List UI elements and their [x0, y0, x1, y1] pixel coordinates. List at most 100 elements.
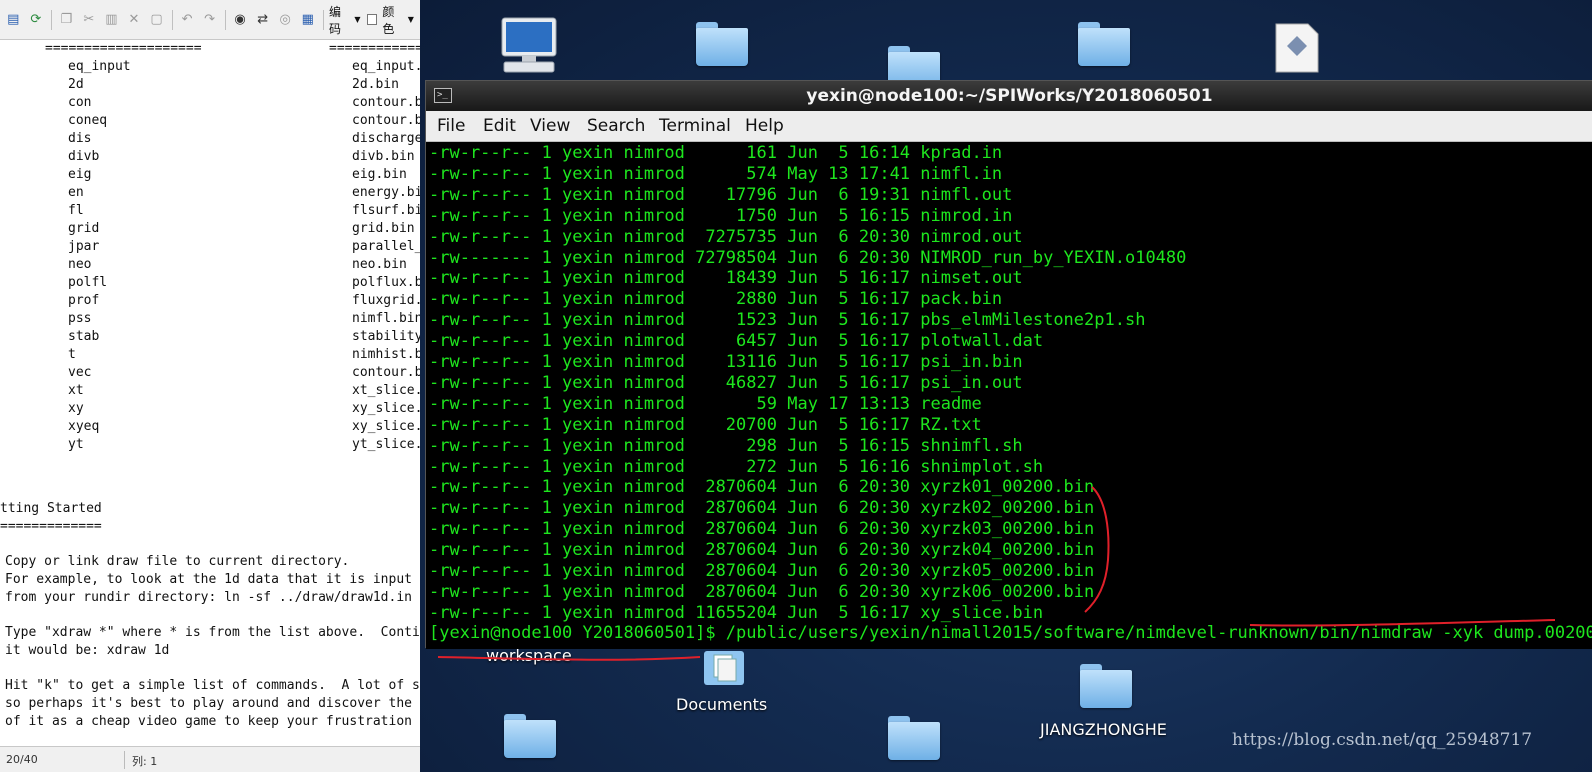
divider-right: ============	[329, 41, 420, 56]
listing-line: -rw-r--r-- 1 yexin nimrod 574 May 13 17:…	[429, 163, 1003, 184]
option-file: xt_slice.	[352, 383, 420, 398]
chevron-down-icon[interactable]: ▼	[354, 15, 360, 24]
listing-line: -rw-r--r-- 1 yexin nimrod 1750 Jun 5 16:…	[429, 205, 1013, 226]
toolbar-separator	[171, 9, 173, 30]
listing-line: -rw-r--r-- 1 yexin nimrod 2870604 Jun 6 …	[429, 498, 1095, 519]
replace-icon[interactable]: ⇄	[253, 10, 272, 29]
divider-left: ====================	[45, 41, 202, 56]
option-file: fluxgrid.	[352, 293, 420, 308]
menu-search[interactable]: Search	[587, 116, 645, 136]
option-name: t	[68, 347, 76, 362]
option-name: coneq	[68, 113, 108, 128]
listing-line: -rw-r--r-- 1 yexin nimrod 11655204 Jun 5…	[429, 602, 1044, 623]
option-file: discharge	[352, 131, 420, 146]
listing-line: -rw-r--r-- 1 yexin nimrod 18439 Jun 5 16…	[429, 268, 1023, 289]
listing-line: -rw-r--r-- 1 yexin nimrod 20700 Jun 5 16…	[429, 414, 982, 435]
listing-line: -rw-r--r-- 1 yexin nimrod 7275735 Jun 6 …	[429, 226, 1023, 247]
command-prompt[interactable]: [yexin@node100 Y2018060501]$ /public/use…	[429, 622, 1592, 644]
option-name: fl	[68, 203, 84, 218]
toolbar-separator	[224, 9, 226, 30]
folder-icon[interactable]	[696, 22, 748, 68]
option-file: stability	[352, 329, 420, 344]
option-name: 2d	[68, 77, 84, 92]
toolbar-separator	[323, 9, 324, 30]
computer-icon[interactable]	[500, 16, 560, 74]
redo-icon[interactable]: ↷	[200, 10, 219, 29]
option-file: contour.b	[352, 365, 420, 380]
listing-line: -rw-r--r-- 1 yexin nimrod 13116 Jun 5 16…	[429, 352, 1023, 372]
refresh-icon[interactable]: ⟳	[27, 10, 46, 29]
documents-icon[interactable]	[700, 645, 748, 687]
listing-line: -rw-r--r-- 1 yexin nimrod 2870604 Jun 6 …	[429, 561, 1095, 581]
copy-icon[interactable]: ❐	[57, 10, 76, 29]
paragraph-line: of it as a cheap video game to keep your…	[5, 714, 412, 729]
option-file: contour.b	[352, 95, 420, 110]
option-file: contour.b	[352, 113, 420, 128]
option-name: en	[68, 185, 84, 200]
terminal-output[interactable]: -rw-r--r-- 1 yexin nimrod 161 Jun 5 16:1…	[426, 142, 1592, 649]
cut-icon[interactable]: ✂	[80, 10, 99, 29]
listing-line: -rw-r--r-- 1 yexin nimrod 2870604 Jun 6 …	[429, 477, 1095, 498]
section-title: tting Started	[0, 501, 102, 516]
chevron-down-icon[interactable]: ▼	[408, 15, 414, 24]
save-all-icon[interactable]: ▤	[4, 10, 23, 29]
folder-icon[interactable]	[504, 714, 556, 760]
watermark: https://blog.csdn.net/qq_25948717	[1232, 730, 1533, 750]
menu-file[interactable]: File	[437, 116, 465, 136]
delete-icon[interactable]: ✕	[125, 10, 144, 29]
paragraph-line: so perhaps it's best to play around and …	[5, 696, 412, 711]
option-file: nimhist.b	[352, 347, 420, 362]
option-name: neo	[68, 257, 92, 272]
option-name: xyeq	[68, 419, 100, 434]
editor-toolbar: ▤ ⟳ ❐ ✂ ▥ ✕ ▢ ↶ ↷ ◉ ⇄ ◎ ▦ 编码 ▼ 颜色 ▼	[0, 0, 420, 40]
command-text: [yexin@node100 Y2018060501]$ /public/use…	[429, 623, 1592, 643]
menu-view[interactable]: View	[530, 116, 570, 136]
menu-help[interactable]: Help	[745, 116, 784, 136]
option-name: prof	[68, 293, 100, 308]
option-file: eig.bin	[352, 167, 407, 182]
color-checkbox[interactable]	[366, 14, 378, 25]
folder-icon[interactable]	[1080, 664, 1132, 710]
paragraph-line: it would be: xdraw 1d	[5, 643, 170, 658]
folder-icon[interactable]	[1078, 22, 1130, 68]
find-in-files-icon[interactable]: ◎	[276, 10, 295, 29]
option-file: divb.bin	[352, 149, 415, 164]
listing-line: -rw-r--r-- 1 yexin nimrod 17796 Jun 6 19…	[429, 184, 1013, 205]
option-name: yt	[68, 437, 84, 452]
option-file: xy_slice.	[352, 401, 420, 416]
option-file: grid.bin	[352, 221, 415, 236]
listing-line: -rw-r--r-- 1 yexin nimrod 59 May 17 13:1…	[429, 393, 982, 414]
listing-line: -rw-r--r-- 1 yexin nimrod 161 Jun 5 16:1…	[429, 143, 1003, 163]
menu-terminal[interactable]: Terminal	[659, 116, 731, 136]
section-underline: =============	[0, 519, 102, 534]
menu-edit[interactable]: Edit	[483, 116, 516, 136]
paste-icon[interactable]: ▥	[102, 10, 121, 29]
document-icon[interactable]	[1274, 22, 1320, 74]
terminal-title-bar[interactable]: >_ yexin@node100:~/SPIWorks/Y2018060501	[426, 81, 1592, 111]
documents-label[interactable]: Documents	[676, 695, 767, 714]
encoding-dropdown[interactable]: 编码	[329, 3, 352, 37]
listing-line: -rw-r--r-- 1 yexin nimrod 2870604 Jun 6 …	[429, 540, 1095, 561]
paragraph-line: from your rundir directory: ln -sf ../dr…	[5, 590, 412, 605]
editor-status-bar: 20/40 列: 1	[0, 746, 420, 772]
listing-line: -rw-r--r-- 1 yexin nimrod 272 Jun 5 16:1…	[429, 456, 1044, 477]
color-dropdown[interactable]: 颜色	[382, 3, 405, 37]
paragraph-line: Type "xdraw *" where * is from the list …	[5, 625, 420, 640]
option-name: xy	[68, 401, 84, 416]
option-file: parallel_	[352, 239, 420, 254]
terminal-menu-bar: File Edit View Search Terminal Help	[426, 111, 1592, 142]
undo-icon[interactable]: ↶	[178, 10, 197, 29]
option-name: eq_input	[68, 59, 131, 74]
find-icon[interactable]: ◉	[231, 10, 250, 29]
option-file: 2d.bin	[352, 77, 399, 92]
goto-icon[interactable]: ▦	[298, 10, 317, 29]
folder-icon[interactable]	[888, 716, 940, 762]
option-file: nimfl.bin	[352, 311, 420, 326]
terminal-window[interactable]: >_ yexin@node100:~/SPIWorks/Y2018060501 …	[425, 80, 1592, 649]
listing-line: -rw------- 1 yexin nimrod 72798504 Jun 6…	[429, 247, 1187, 268]
option-name: vec	[68, 365, 92, 380]
jiangzhonghe-label[interactable]: JIANGZHONGHE	[1040, 720, 1167, 739]
editor-text-area[interactable]: ==================== ============ eq_inp…	[0, 40, 420, 746]
select-icon[interactable]: ▢	[147, 10, 166, 29]
toolbar-separator	[51, 9, 53, 30]
